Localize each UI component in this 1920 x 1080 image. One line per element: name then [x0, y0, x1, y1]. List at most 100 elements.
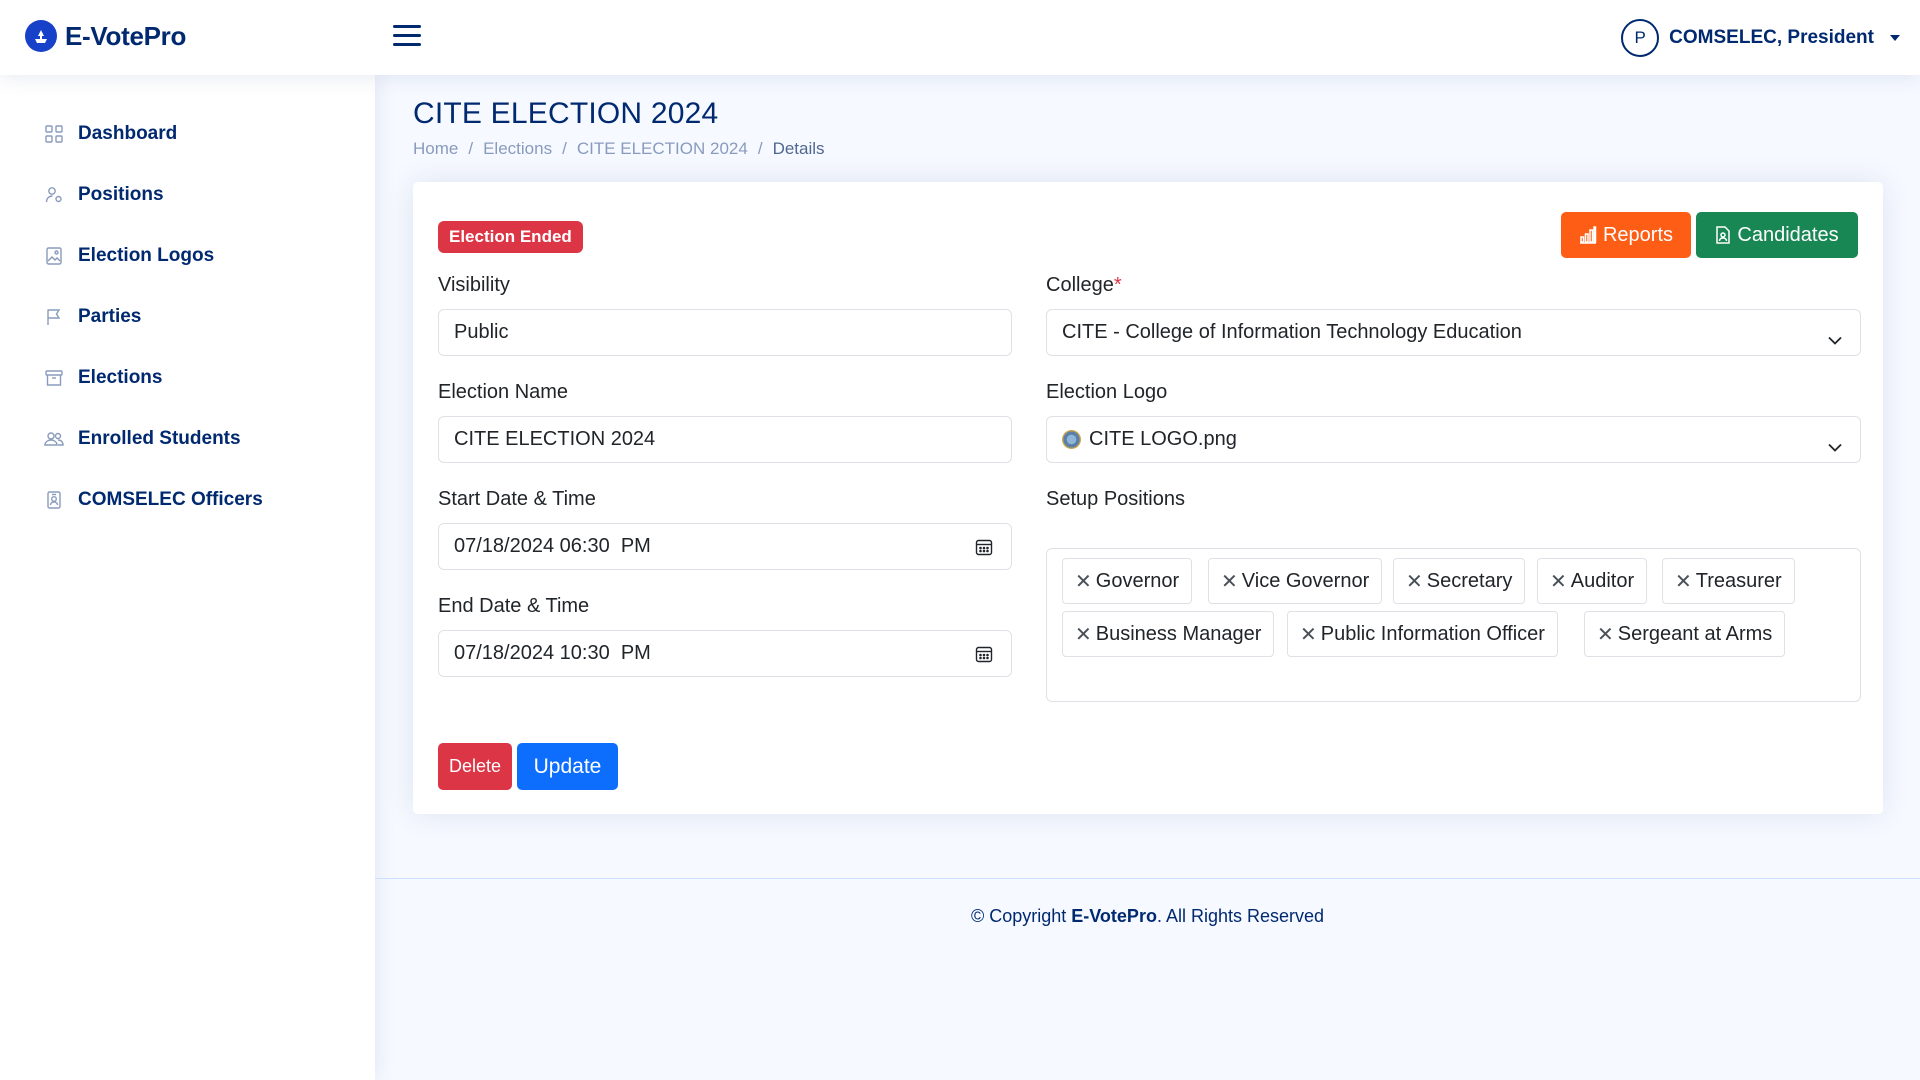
calendar-icon[interactable] [975, 645, 993, 669]
reports-label: Reports [1602, 223, 1674, 246]
visibility-value: Public [454, 321, 509, 343]
tag-label: Auditor [1570, 569, 1635, 592]
end-datetime-label: End Date & Time [438, 595, 590, 617]
position-tag-pio[interactable]: ✕ Public Information Officer [1287, 611, 1558, 657]
sidebar-item-label: Dashboard [78, 122, 178, 144]
archive-icon [44, 368, 64, 388]
position-tag-vice-governor[interactable]: ✕ Vice Governor [1208, 558, 1383, 604]
college-value: CITE - College of Information Technology… [1062, 321, 1522, 343]
position-tag-treasurer[interactable]: ✕ Treasurer [1662, 558, 1795, 604]
college-label-text: College [1046, 274, 1114, 296]
tag-label: Secretary [1426, 569, 1513, 592]
positions-multiselect[interactable]: ✕ Governor ✕ Vice Governor ✕ Secretary ✕ Aud… [1046, 548, 1861, 702]
tag-label: Public Information Officer [1320, 622, 1545, 645]
flag-icon [44, 307, 64, 327]
ballot-logo-icon [25, 20, 57, 52]
position-tag-sergeant-at-arms[interactable]: ✕ Sergeant at Arms [1584, 611, 1786, 657]
sidebar-item-label: Elections [78, 366, 163, 388]
sidebar-item-label: Positions [78, 183, 164, 205]
tag-label: Vice Governor [1241, 569, 1370, 592]
sidebar: Dashboard Positions Election Logos Parti… [0, 75, 375, 1080]
tag-label: Sergeant at Arms [1617, 622, 1773, 645]
app-logo[interactable]: E-VotePro [25, 20, 186, 52]
position-tag-governor[interactable]: ✕ Governor [1062, 558, 1193, 604]
remove-icon[interactable]: ✕ [1550, 569, 1567, 594]
chevron-down-icon [1828, 328, 1842, 351]
caret-down-icon [1890, 35, 1900, 41]
college-label: College* [1046, 274, 1122, 297]
candidates-label: Candidates [1737, 223, 1839, 246]
sidebar-item-label: Election Logos [78, 244, 215, 266]
document-person-icon [1716, 226, 1731, 244]
sidebar-item-label: Parties [78, 305, 142, 327]
college-select[interactable]: CITE - College of Information Technology… [1046, 309, 1861, 356]
remove-icon[interactable]: ✕ [1597, 622, 1614, 647]
top-header: E-VotePro P COMSELEC, President [0, 0, 1920, 75]
footer-suffix: . All Rights Reserved [1156, 906, 1325, 926]
breadcrumb-election[interactable]: CITE ELECTION 2024 [577, 139, 748, 159]
breadcrumb-elections[interactable]: Elections [483, 139, 552, 159]
start-datetime-value: 07/18/2024 06:30 PM [454, 535, 651, 557]
chevron-down-icon [1828, 435, 1842, 458]
remove-icon[interactable]: ✕ [1075, 569, 1092, 594]
sidebar-item-election-logos[interactable]: Election Logos [0, 225, 375, 286]
visibility-field[interactable]: Public [438, 309, 1012, 356]
breadcrumb-current: Details [772, 139, 825, 158]
sidebar-toggle-icon[interactable] [393, 25, 421, 47]
remove-icon[interactable]: ✕ [1675, 569, 1692, 594]
remove-icon[interactable]: ✕ [1300, 622, 1317, 647]
update-button[interactable]: Update [517, 743, 618, 790]
candidates-button[interactable]: Candidates [1696, 212, 1858, 258]
sidebar-item-label: Enrolled Students [78, 427, 241, 449]
image-icon [44, 246, 64, 266]
start-datetime-label: Start Date & Time [438, 488, 596, 510]
logo-thumbnail-icon [1062, 430, 1081, 449]
end-datetime-field[interactable]: 07/18/2024 10:30 PM [438, 630, 1012, 677]
position-tag-business-manager[interactable]: ✕ Business Manager [1062, 611, 1275, 657]
breadcrumb-home[interactable]: Home [413, 139, 458, 159]
setup-positions-label: Setup Positions [1046, 488, 1185, 510]
election-logo-label: Election Logo [1046, 381, 1168, 403]
delete-button[interactable]: Delete [438, 743, 512, 790]
reports-button[interactable]: Reports [1561, 212, 1691, 258]
sidebar-item-enrolled-students[interactable]: Enrolled Students [0, 408, 375, 469]
required-mark: * [1113, 274, 1122, 296]
remove-icon[interactable]: ✕ [1221, 569, 1238, 594]
position-tag-secretary[interactable]: ✕ Secretary [1393, 558, 1526, 604]
tag-label: Treasurer [1695, 569, 1782, 592]
footer: © Copyright E-VotePro. All Rights Reserv… [375, 906, 1920, 927]
election-logo-select[interactable]: CITE LOGO.png [1046, 416, 1861, 463]
election-logo-value: CITE LOGO.png [1089, 428, 1237, 450]
remove-icon[interactable]: ✕ [1075, 622, 1092, 647]
footer-prefix: © Copyright [970, 906, 1072, 926]
sidebar-item-positions[interactable]: Positions [0, 164, 375, 225]
profile-dropdown[interactable]: P COMSELEC, President [1621, 19, 1900, 57]
app-name: E-VotePro [65, 20, 187, 51]
calendar-icon[interactable] [975, 538, 993, 562]
election-details-card: Election Ended Reports Candidates Visibi… [413, 182, 1883, 814]
sidebar-item-elections[interactable]: Elections [0, 347, 375, 408]
position-tag-auditor[interactable]: ✕ Auditor [1537, 558, 1648, 604]
visibility-label: Visibility [438, 274, 510, 296]
profile-name: COMSELEC, President [1669, 27, 1874, 48]
sidebar-item-comselec-officers[interactable]: COMSELEC Officers [0, 469, 375, 530]
grid-icon [44, 124, 64, 144]
bar-chart-icon [1579, 226, 1597, 244]
page-title: CITE ELECTION 2024 [413, 97, 719, 130]
remove-icon[interactable]: ✕ [1406, 569, 1423, 594]
tag-label: Governor [1095, 569, 1180, 592]
election-name-value: CITE ELECTION 2024 [454, 428, 656, 450]
sidebar-item-parties[interactable]: Parties [0, 286, 375, 347]
sidebar-item-label: COMSELEC Officers [78, 488, 263, 510]
footer-divider [375, 878, 1920, 879]
end-datetime-value: 07/18/2024 10:30 PM [454, 642, 651, 664]
sidebar-item-dashboard[interactable]: Dashboard [0, 103, 375, 164]
breadcrumb-separator: / [757, 139, 763, 158]
people-icon [44, 429, 64, 449]
breadcrumb-separator: / [562, 139, 567, 158]
election-name-field[interactable]: CITE ELECTION 2024 [438, 416, 1012, 463]
start-datetime-field[interactable]: 07/18/2024 06:30 PM [438, 523, 1012, 570]
election-name-label: Election Name [438, 381, 569, 403]
avatar: P [1621, 19, 1660, 57]
footer-brand: E-VotePro [1071, 906, 1157, 926]
